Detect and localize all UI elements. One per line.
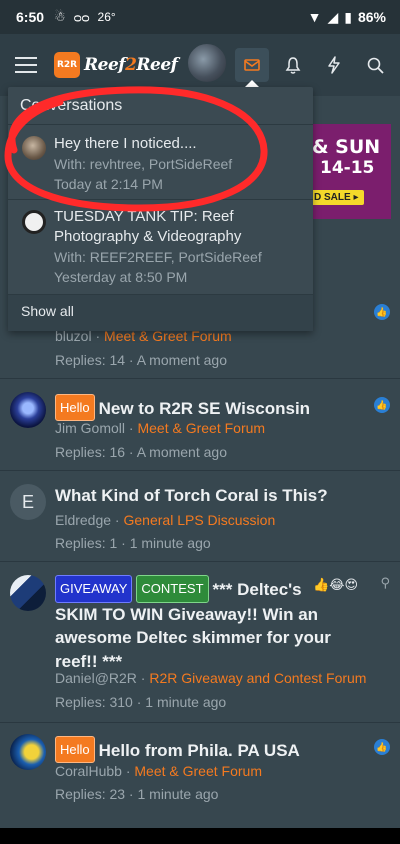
inbox-icon[interactable] bbox=[235, 48, 269, 82]
author-avatar[interactable] bbox=[10, 392, 46, 428]
prefix-label: GIVEAWAY bbox=[55, 575, 133, 603]
temperature: 26° bbox=[97, 10, 116, 24]
thread-row[interactable]: Hello Hello from Phila. PA USA CoralHubb … bbox=[0, 724, 400, 824]
thread-author[interactable]: CoralHubb bbox=[55, 763, 122, 779]
thread-stats: Replies: 23 · 1 minute ago bbox=[55, 786, 219, 802]
system-nav-bar bbox=[0, 828, 400, 844]
thread-row[interactable]: Hello New to R2R SE Wisconsin Jim Gomoll … bbox=[0, 380, 400, 471]
bell-icon[interactable] bbox=[276, 48, 310, 82]
prefix-label: Hello bbox=[55, 736, 95, 763]
clock: 6:50 bbox=[16, 9, 45, 25]
thread-author[interactable]: Jim Gomoll bbox=[55, 420, 125, 436]
conversation-time: Today at 2:14 PM bbox=[54, 176, 163, 192]
like-icon: 👍 bbox=[374, 739, 390, 755]
thread-title[interactable]: Hello New to R2R SE Wisconsin bbox=[55, 394, 370, 421]
conversation-avatar bbox=[22, 136, 46, 160]
ad-banner[interactable]: & SUN 14-15 D SALE ▸ bbox=[300, 124, 391, 219]
site-logo[interactable]: R2R Reef2Reef bbox=[54, 52, 178, 78]
conversation-title: TUESDAY TANK TIP: Reef Photography & Vid… bbox=[54, 208, 242, 245]
prefix-label: CONTEST bbox=[136, 575, 209, 603]
conversation-participants: With: revhtree, PortSideReef bbox=[54, 156, 233, 172]
signal-icon: ◢ bbox=[327, 8, 339, 25]
thread-row[interactable]: GIVEAWAY CONTEST *** Deltec's SKIM TO WIN … bbox=[0, 563, 400, 723]
thread-forum[interactable]: R2R Giveaway and Contest Forum bbox=[149, 670, 366, 686]
conversations-popup: Conversations Hey there I noticed.... Wi… bbox=[8, 87, 313, 331]
thread-author[interactable]: Daniel@R2R bbox=[55, 670, 137, 686]
author-avatar[interactable] bbox=[10, 575, 46, 611]
sale-button[interactable]: D SALE ▸ bbox=[304, 190, 365, 205]
conversation-title: Hey there I noticed.... bbox=[54, 135, 197, 152]
thread-stats: Replies: 310 · 1 minute ago bbox=[55, 694, 227, 710]
battery-level: 86% bbox=[357, 9, 386, 25]
popup-title: Conversations bbox=[8, 87, 313, 125]
thread-stats: Replies: 1 · 1 minute ago bbox=[55, 535, 211, 551]
notification-icon: ☃ bbox=[54, 9, 66, 24]
thread-title[interactable]: What Kind of Torch Coral is This? bbox=[55, 484, 370, 507]
author-avatar[interactable] bbox=[10, 734, 46, 770]
user-avatar[interactable] bbox=[186, 42, 228, 84]
thread-forum[interactable]: General LPS Discussion bbox=[124, 512, 276, 528]
reaction-icons: 👍😂😍 bbox=[313, 577, 358, 592]
thread-title[interactable]: GIVEAWAY CONTEST *** Deltec's SKIM TO WIN … bbox=[55, 575, 340, 673]
conversation-item[interactable]: TUESDAY TANK TIP: Reef Photography & Vid… bbox=[8, 200, 313, 295]
battery-icon: ▮ bbox=[344, 8, 352, 25]
thread-stats: Replies: 16 · A moment ago bbox=[55, 444, 227, 460]
prefix-label: Hello bbox=[55, 394, 95, 421]
pin-icon: ⚲ bbox=[380, 575, 390, 590]
like-icon: 👍 bbox=[374, 304, 390, 320]
wifi-icon: ▼ bbox=[307, 9, 322, 25]
conversation-avatar bbox=[22, 210, 46, 234]
search-icon[interactable] bbox=[358, 48, 392, 82]
conversation-time: Yesterday at 8:50 PM bbox=[54, 269, 188, 285]
logo-badge: R2R bbox=[54, 52, 80, 78]
thread-stats: Replies: 14 · A moment ago bbox=[55, 352, 227, 368]
show-all-link[interactable]: Show all bbox=[8, 295, 313, 331]
lightning-icon[interactable] bbox=[317, 48, 351, 82]
thread-author[interactable]: Eldredge bbox=[55, 512, 111, 528]
thread-forum[interactable]: Meet & Greet Forum bbox=[134, 763, 262, 779]
thread-forum[interactable]: Meet & Greet Forum bbox=[137, 420, 265, 436]
conversation-item[interactable]: Hey there I noticed.... With: revhtree, … bbox=[8, 126, 313, 200]
author-avatar[interactable]: E bbox=[10, 484, 46, 520]
status-bar: 6:50 ☃ ᴑᴑ 26° ▼ ◢ ▮ 86% bbox=[0, 0, 400, 34]
thread-row[interactable]: E What Kind of Torch Coral is This? Eldr… bbox=[0, 472, 400, 562]
logo-text: Reef2Reef bbox=[84, 55, 178, 75]
like-icon: 👍 bbox=[374, 397, 390, 413]
thread-title[interactable]: Hello Hello from Phila. PA USA bbox=[55, 736, 370, 763]
conversation-participants: With: REEF2REEF, PortSideReef bbox=[54, 249, 262, 265]
voicemail-icon: ᴑᴑ bbox=[73, 9, 90, 25]
